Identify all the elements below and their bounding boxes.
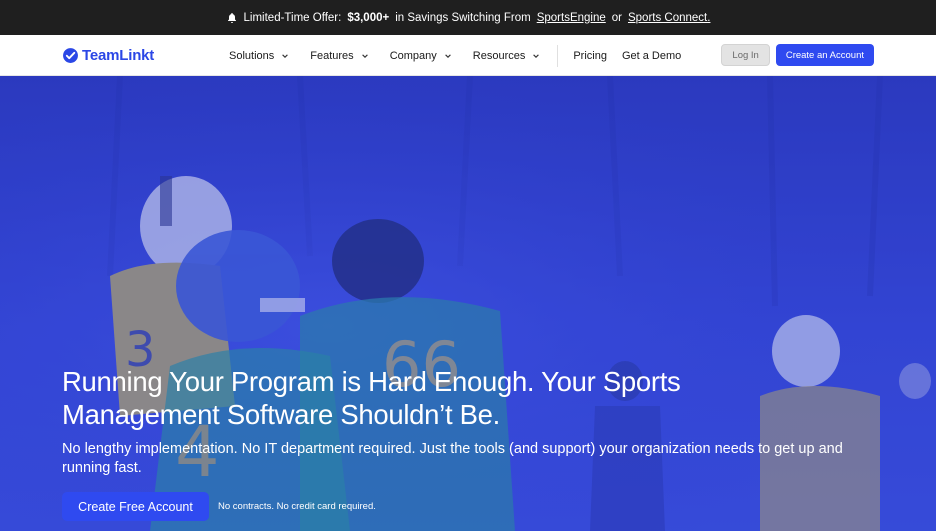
create-free-account-button[interactable]: Create Free Account	[62, 492, 209, 521]
hero-content: Running Your Program is Hard Enough. You…	[62, 365, 882, 478]
promo-or: or	[611, 11, 622, 24]
auth-buttons: Log In Create an Account	[721, 44, 874, 66]
hero-section: 3 4 66 Running Your Program is Hard Enou	[0, 76, 936, 531]
nav-item-label: Solutions	[229, 49, 275, 62]
hero-headline: Running Your Program is Hard Enough. You…	[62, 365, 882, 431]
nav-item-label: Features	[310, 49, 354, 62]
login-button[interactable]: Log In	[721, 44, 770, 66]
nav-item-company[interactable]: Company	[390, 50, 452, 62]
chevron-down-icon	[444, 53, 451, 58]
sports-connect-link[interactable]: Sports Connect.	[628, 12, 710, 24]
teamlinkt-logo[interactable]: TeamLinkt	[62, 47, 154, 64]
sportsengine-link[interactable]: SportsEngine	[537, 12, 606, 24]
nav-item-label: Resources	[472, 49, 526, 62]
nav-item-features[interactable]: Features	[310, 50, 368, 62]
promo-bar: Limited-Time Offer: $3,000+ in Savings S…	[0, 0, 936, 35]
nav-item-get-demo[interactable]: Get a Demo	[622, 50, 681, 62]
hero-subheadline: No lengthy implementation. No IT departm…	[62, 441, 843, 476]
check-circle-icon	[63, 47, 78, 63]
main-nav: TeamLinkt Solutions Features Company Res…	[0, 35, 936, 76]
headline-line-2: Management Software Shouldn’t Be.	[62, 399, 501, 430]
chevron-down-icon	[533, 53, 540, 58]
brand-name: TeamLinkt	[82, 46, 155, 64]
nav-item-solutions[interactable]: Solutions	[229, 50, 289, 62]
promo-amount: $3,000+	[347, 11, 390, 24]
nav-item-pricing[interactable]: Pricing	[573, 50, 607, 62]
nav-item-label: Company	[389, 49, 437, 62]
cta-note: No contracts. No credit card required.	[218, 501, 376, 512]
chevron-down-icon	[282, 53, 289, 58]
promo-middle: in Savings Switching From	[395, 11, 531, 24]
headline-line-1: Running Your Program is Hard Enough. You…	[62, 366, 681, 397]
bell-icon	[227, 12, 236, 23]
create-account-button[interactable]: Create an Account	[775, 44, 874, 66]
chevron-down-icon	[361, 53, 368, 58]
hero-cta-row: Create Free Account No contracts. No cre…	[62, 492, 376, 521]
promo-prefix: Limited-Time Offer:	[243, 11, 342, 24]
nav-divider	[557, 44, 559, 67]
nav-item-resources[interactable]: Resources	[473, 50, 541, 62]
nav-menu: Solutions Features Company Resources Pri…	[229, 35, 696, 76]
